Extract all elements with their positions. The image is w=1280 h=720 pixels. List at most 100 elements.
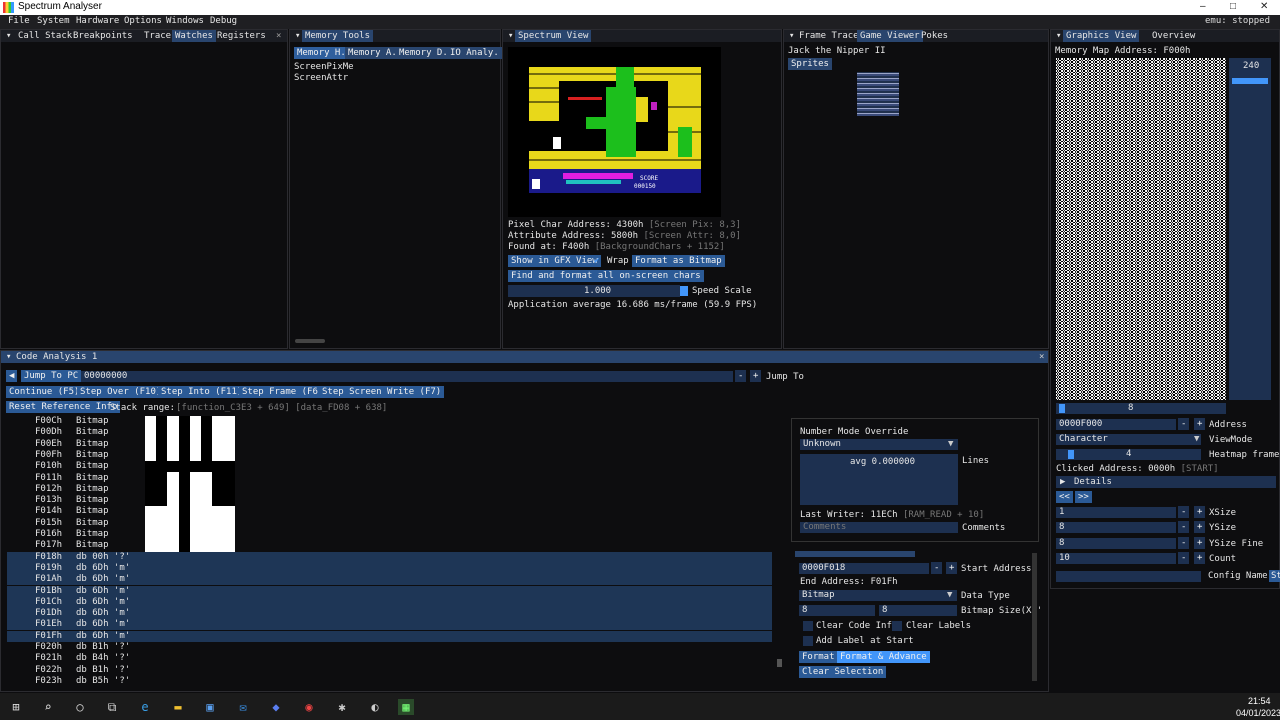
- decrement-button[interactable]: -: [735, 370, 747, 382]
- cortana-icon[interactable]: ○: [72, 699, 88, 715]
- step-frame-button[interactable]: Step Frame (F6): [239, 386, 327, 398]
- slider-handle[interactable]: [1059, 404, 1065, 413]
- table-row[interactable]: F01Bh db 6Dh 'm': [7, 585, 772, 597]
- tab-game-viewer[interactable]: Game Viewer: [857, 30, 923, 42]
- chevron-down-icon[interactable]: ▼: [948, 439, 953, 449]
- jump-address-input[interactable]: 00000000: [81, 371, 733, 382]
- subtab-io-analysis[interactable]: IO Analy.: [447, 47, 502, 59]
- chrome-icon[interactable]: ◉: [301, 699, 317, 715]
- format-advance-button[interactable]: Format & Advance: [837, 651, 930, 663]
- table-row[interactable]: F011h Bitmap: [7, 473, 772, 484]
- tab-pokes[interactable]: Pokes: [918, 30, 951, 42]
- table-row[interactable]: F01Dh db 6Dh 'm': [7, 608, 772, 620]
- table-row[interactable]: F018h db 00h '?': [7, 551, 772, 563]
- memory-map-slider[interactable]: 240: [1229, 58, 1271, 400]
- viewmode-select[interactable]: Character: [1056, 434, 1201, 445]
- count-input[interactable]: 10: [1056, 553, 1176, 564]
- table-row[interactable]: F019h db 6Dh 'm': [7, 562, 772, 574]
- store-icon[interactable]: ▣: [202, 699, 218, 715]
- table-row[interactable]: F00Dh Bitmap: [7, 427, 772, 438]
- table-row[interactable]: F015h Bitmap: [7, 518, 772, 529]
- increment-button[interactable]: +: [1194, 418, 1206, 430]
- format-tabbar[interactable]: [795, 551, 915, 557]
- table-row[interactable]: F010h Bitmap: [7, 461, 772, 472]
- search-icon[interactable]: ⌕: [40, 699, 56, 715]
- slider-handle[interactable]: [1068, 450, 1074, 459]
- table-row[interactable]: F01Ah db 6Dh 'm': [7, 574, 772, 586]
- tab-overview[interactable]: Overview: [1149, 30, 1198, 42]
- table-row[interactable]: F012h Bitmap: [7, 484, 772, 495]
- add-label-checkbox[interactable]: [803, 636, 813, 646]
- details-header[interactable]: ▶ Details: [1056, 476, 1276, 488]
- jump-to-pc-button[interactable]: Jump To PC: [21, 370, 82, 382]
- tab-code-analysis[interactable]: Code Analysis 1: [13, 351, 100, 363]
- menu-debug[interactable]: Debug: [210, 16, 237, 26]
- table-row[interactable]: F021h db B4h '?': [7, 653, 772, 664]
- chevron-down-icon[interactable]: ▼: [1194, 434, 1199, 444]
- increment-button[interactable]: +: [750, 370, 762, 382]
- config-name-input[interactable]: [1056, 571, 1201, 582]
- ysize-fine-input[interactable]: 8: [1056, 538, 1176, 549]
- decrement-button[interactable]: -: [1178, 506, 1190, 518]
- maximize-button[interactable]: □: [1230, 1, 1236, 12]
- app-icon[interactable]: ◆: [268, 699, 284, 715]
- clear-code-info-checkbox[interactable]: [803, 621, 813, 631]
- increment-button[interactable]: +: [1194, 552, 1206, 564]
- address-input[interactable]: 0000F000: [1056, 419, 1176, 430]
- step-screen-write-button[interactable]: Step Screen Write (F7): [319, 386, 445, 398]
- speed-scale-slider[interactable]: 1.000: [508, 285, 680, 297]
- menu-windows[interactable]: Windows: [166, 16, 204, 26]
- start-address-input[interactable]: 0000F018: [799, 563, 929, 574]
- menu-options[interactable]: Options: [124, 16, 162, 26]
- tab-frame-trace[interactable]: Frame Trace: [796, 30, 862, 42]
- clear-labels-checkbox[interactable]: [892, 621, 902, 631]
- increment-button[interactable]: +: [946, 562, 958, 574]
- horizontal-scrollbar[interactable]: [295, 339, 325, 343]
- vertical-scrollbar[interactable]: [777, 659, 782, 667]
- tab-call-stack[interactable]: Call Stack: [15, 30, 75, 42]
- step-into-button[interactable]: Step Into (F11): [158, 386, 246, 398]
- list-item[interactable]: ScreenPixMe: [294, 62, 354, 72]
- close-icon[interactable]: ×: [273, 30, 284, 42]
- bitmap-size-x-input[interactable]: 8: [799, 605, 875, 616]
- tab-watches[interactable]: Watches: [172, 30, 216, 42]
- edge-icon[interactable]: e: [137, 699, 153, 715]
- table-row[interactable]: F017h Bitmap: [7, 540, 772, 551]
- continue-button[interactable]: Continue (F5): [6, 386, 83, 398]
- spectrum-screen[interactable]: SCORE 000150: [508, 47, 721, 217]
- sprite-preview[interactable]: [857, 72, 899, 116]
- decrement-button[interactable]: -: [1178, 521, 1190, 533]
- table-row[interactable]: F022h db B1h '?': [7, 665, 772, 676]
- table-row[interactable]: F00Fh Bitmap: [7, 450, 772, 461]
- table-row[interactable]: F020h db B1h '?': [7, 642, 772, 653]
- tab-graphics-view[interactable]: Graphics View: [1063, 30, 1140, 42]
- task-view-icon[interactable]: ⧉: [104, 699, 120, 715]
- increment-button[interactable]: +: [1194, 537, 1206, 549]
- disassembly-listing[interactable]: F00Ch Bitmap F00Dh Bitmap F00Eh Bitmap F00Fh Bi…: [7, 416, 782, 688]
- data-type-select[interactable]: Bitmap: [799, 590, 957, 601]
- back-arrow-icon[interactable]: ◀: [6, 370, 18, 382]
- app-icon[interactable]: ✱: [334, 699, 350, 715]
- close-icon[interactable]: ×: [1036, 351, 1047, 363]
- step-over-button[interactable]: Step Over (F10): [77, 386, 165, 398]
- table-row[interactable]: F023h db B5h '?': [7, 676, 772, 687]
- lines-plot[interactable]: avg 0.000000: [800, 454, 958, 505]
- table-row[interactable]: F00Eh Bitmap: [7, 439, 772, 450]
- menu-system[interactable]: System: [37, 16, 70, 26]
- clear-selection-button[interactable]: Clear Selection: [799, 666, 887, 678]
- table-row[interactable]: F01Fh db 6Dh 'm': [7, 630, 772, 642]
- table-row[interactable]: F014h Bitmap: [7, 506, 772, 517]
- tab-memory-tools[interactable]: Memory Tools: [302, 30, 374, 42]
- start-icon[interactable]: ⊞: [8, 699, 24, 715]
- subtab-memory-h[interactable]: Memory H.: [294, 47, 349, 59]
- slider-handle[interactable]: [1232, 78, 1268, 84]
- config-store-button[interactable]: St: [1269, 570, 1280, 582]
- reset-reference-info-button[interactable]: Reset Reference Info: [6, 401, 121, 413]
- format-as-bitmap-button[interactable]: Format as Bitmap: [632, 255, 725, 267]
- collapse-icon[interactable]: ▾: [3, 30, 14, 42]
- folder-icon[interactable]: ▬: [170, 699, 186, 715]
- tab-registers[interactable]: Registers: [214, 30, 269, 42]
- find-format-chars-button[interactable]: Find and format all on-screen chars: [508, 270, 704, 282]
- table-row[interactable]: F01Eh db 6Dh 'm': [7, 619, 772, 631]
- list-item[interactable]: ScreenAttr: [294, 73, 348, 83]
